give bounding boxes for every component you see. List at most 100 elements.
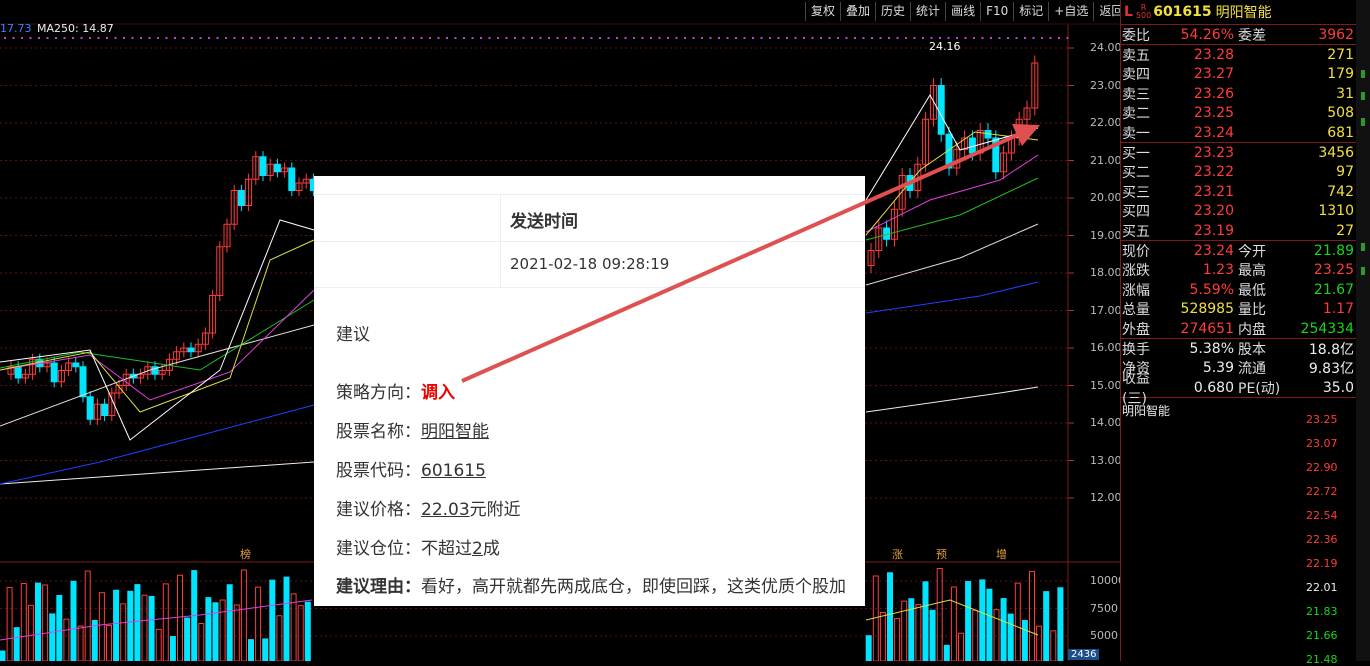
volume-bar (276, 615, 283, 661)
price-tick-label: 23.00 (1090, 78, 1122, 92)
bid-volume: 27 (1336, 222, 1354, 239)
event-marker-zeng[interactable]: 增 (996, 546, 1007, 562)
stat-label: 最低 (1238, 282, 1266, 299)
volume-bar (958, 632, 964, 661)
signal-dot (573, 37, 576, 39)
volume-bar (929, 609, 936, 661)
signal-dot (871, 37, 873, 39)
volume-bar (84, 570, 91, 661)
volume-bar (240, 569, 247, 661)
overlay-button[interactable]: 叠加 (840, 2, 875, 21)
fundamental-stats: 换手 5.38% 股本 18.8亿 净资 5.39 流通 9.83亿 收益(三) 0.680 PE(… (1121, 339, 1357, 407)
signal-dot (259, 37, 261, 39)
volume-bar (1029, 570, 1035, 661)
volume-bar (113, 589, 120, 661)
signal-dot (1049, 37, 1052, 39)
volume-bar (1043, 591, 1050, 661)
signal-dot (182, 37, 185, 39)
signal-dot (463, 37, 465, 39)
ask-row: 卖一 23.24 681 (1121, 123, 1357, 142)
signal-dot (709, 37, 712, 39)
mini-axis-label: 23.25 (1306, 413, 1338, 426)
direction-value: 调入 (421, 383, 455, 403)
restore-right-button[interactable]: 复权 (805, 2, 840, 21)
signal-dot (701, 37, 703, 39)
signal-dot (760, 37, 763, 39)
signal-dot (735, 37, 737, 39)
bid-volume: 3456 (1318, 145, 1354, 162)
stat-label: 量比 (1238, 302, 1266, 319)
candle-body (101, 403, 109, 416)
signal-dot (63, 37, 66, 39)
volume-bar (70, 580, 77, 661)
signal-dot (896, 37, 899, 39)
signal-dot (420, 37, 423, 39)
stock-code-link[interactable]: 601615 (421, 461, 486, 481)
toolbar: 复权 叠加 历史 统计 画线 F10 标记 +自选 返回 (805, 2, 1128, 21)
signal-dot (514, 37, 516, 39)
signal-dot (46, 37, 49, 39)
volume-bar (283, 576, 290, 661)
weibi-label: 委比 (1122, 27, 1150, 44)
volume-tick-label: 7500 (1090, 601, 1118, 615)
history-button[interactable]: 历史 (875, 2, 910, 21)
stock-name-link[interactable]: 明阳智能 (421, 422, 489, 442)
ask-row: 卖四 23.27 179 (1121, 65, 1357, 84)
stat-value: 1.23 (1202, 262, 1234, 279)
ma-prefix-value: 17.73 (0, 22, 32, 35)
signal-dot (157, 37, 159, 39)
price-value[interactable]: 22.03 (421, 500, 470, 520)
signal-dot (633, 37, 635, 39)
mark-button[interactable]: 标记 (1013, 2, 1048, 21)
candle-body (906, 175, 914, 191)
signal-dot (216, 37, 219, 39)
mini-axis-label: 22.19 (1306, 557, 1338, 570)
volume-bar (49, 613, 56, 661)
signal-dot (1007, 37, 1009, 39)
volume-bar (120, 603, 127, 661)
event-marker-yu[interactable]: 预 (936, 546, 947, 562)
signal-dot (811, 37, 814, 39)
direction-label: 策略方向： (336, 383, 421, 403)
bid-row: 买二 23.22 97 (1121, 163, 1357, 182)
quote-header: L R 500 601615 明阳智能 (1121, 0, 1357, 25)
volume-bar (865, 635, 872, 661)
l-badge: L (1124, 4, 1133, 20)
signal-dot (114, 37, 117, 39)
stat-row: 现价 23.24 今开 21.89 (1121, 241, 1357, 260)
position-number[interactable]: 2 (472, 539, 483, 559)
signal-dot (497, 37, 499, 39)
price-tick-label: 12.00 (1090, 491, 1122, 504)
ma60-line (865, 281, 1039, 314)
signal-dot (973, 37, 975, 39)
position-line: 建议仓位：不超过2成 (336, 534, 500, 559)
volume-bar (1021, 619, 1028, 661)
statistics-button[interactable]: 统计 (910, 2, 945, 21)
reason-text: 看好，高开就都先两成底仓，即使回踩，这类优质个股加 (421, 577, 846, 597)
signal-dot (539, 37, 542, 39)
signal-dot (607, 37, 610, 39)
event-marker-zhang[interactable]: 涨 (892, 546, 903, 562)
stock-code-label: 股票代码： (336, 461, 421, 481)
volume-bar (77, 625, 84, 661)
ma-indicator-text: 17.73 MA250: 14.87 (0, 22, 114, 35)
signal-dot (72, 37, 74, 39)
mini-axis-label: 22.54 (1306, 509, 1338, 522)
ask-row: 卖二 23.25 508 (1121, 104, 1357, 123)
price-tick-label: 18.00 (1090, 266, 1122, 279)
bid-price: 23.23 (1193, 145, 1234, 162)
draw-line-button[interactable]: 画线 (945, 2, 980, 21)
volume-bar (20, 582, 27, 661)
stat-value: 1.17 (1322, 301, 1354, 318)
fundamental-value: 18.8亿 (1308, 341, 1354, 358)
volume-bar (986, 588, 993, 661)
signal-dot (726, 37, 729, 39)
volume-bar (35, 582, 41, 661)
f10-button[interactable]: F10 (980, 2, 1013, 21)
event-marker-bang[interactable]: 榜 (240, 546, 251, 562)
recommendation-popup[interactable]: 发送时间 2021-02-18 09:28:19 建议 策略方向：调入 股票名称… (314, 176, 865, 606)
volume-bar (91, 619, 98, 661)
volume-bar (1014, 582, 1021, 661)
add-watchlist-button[interactable]: +自选 (1048, 2, 1093, 21)
side-scrollbar[interactable] (1356, 0, 1370, 661)
